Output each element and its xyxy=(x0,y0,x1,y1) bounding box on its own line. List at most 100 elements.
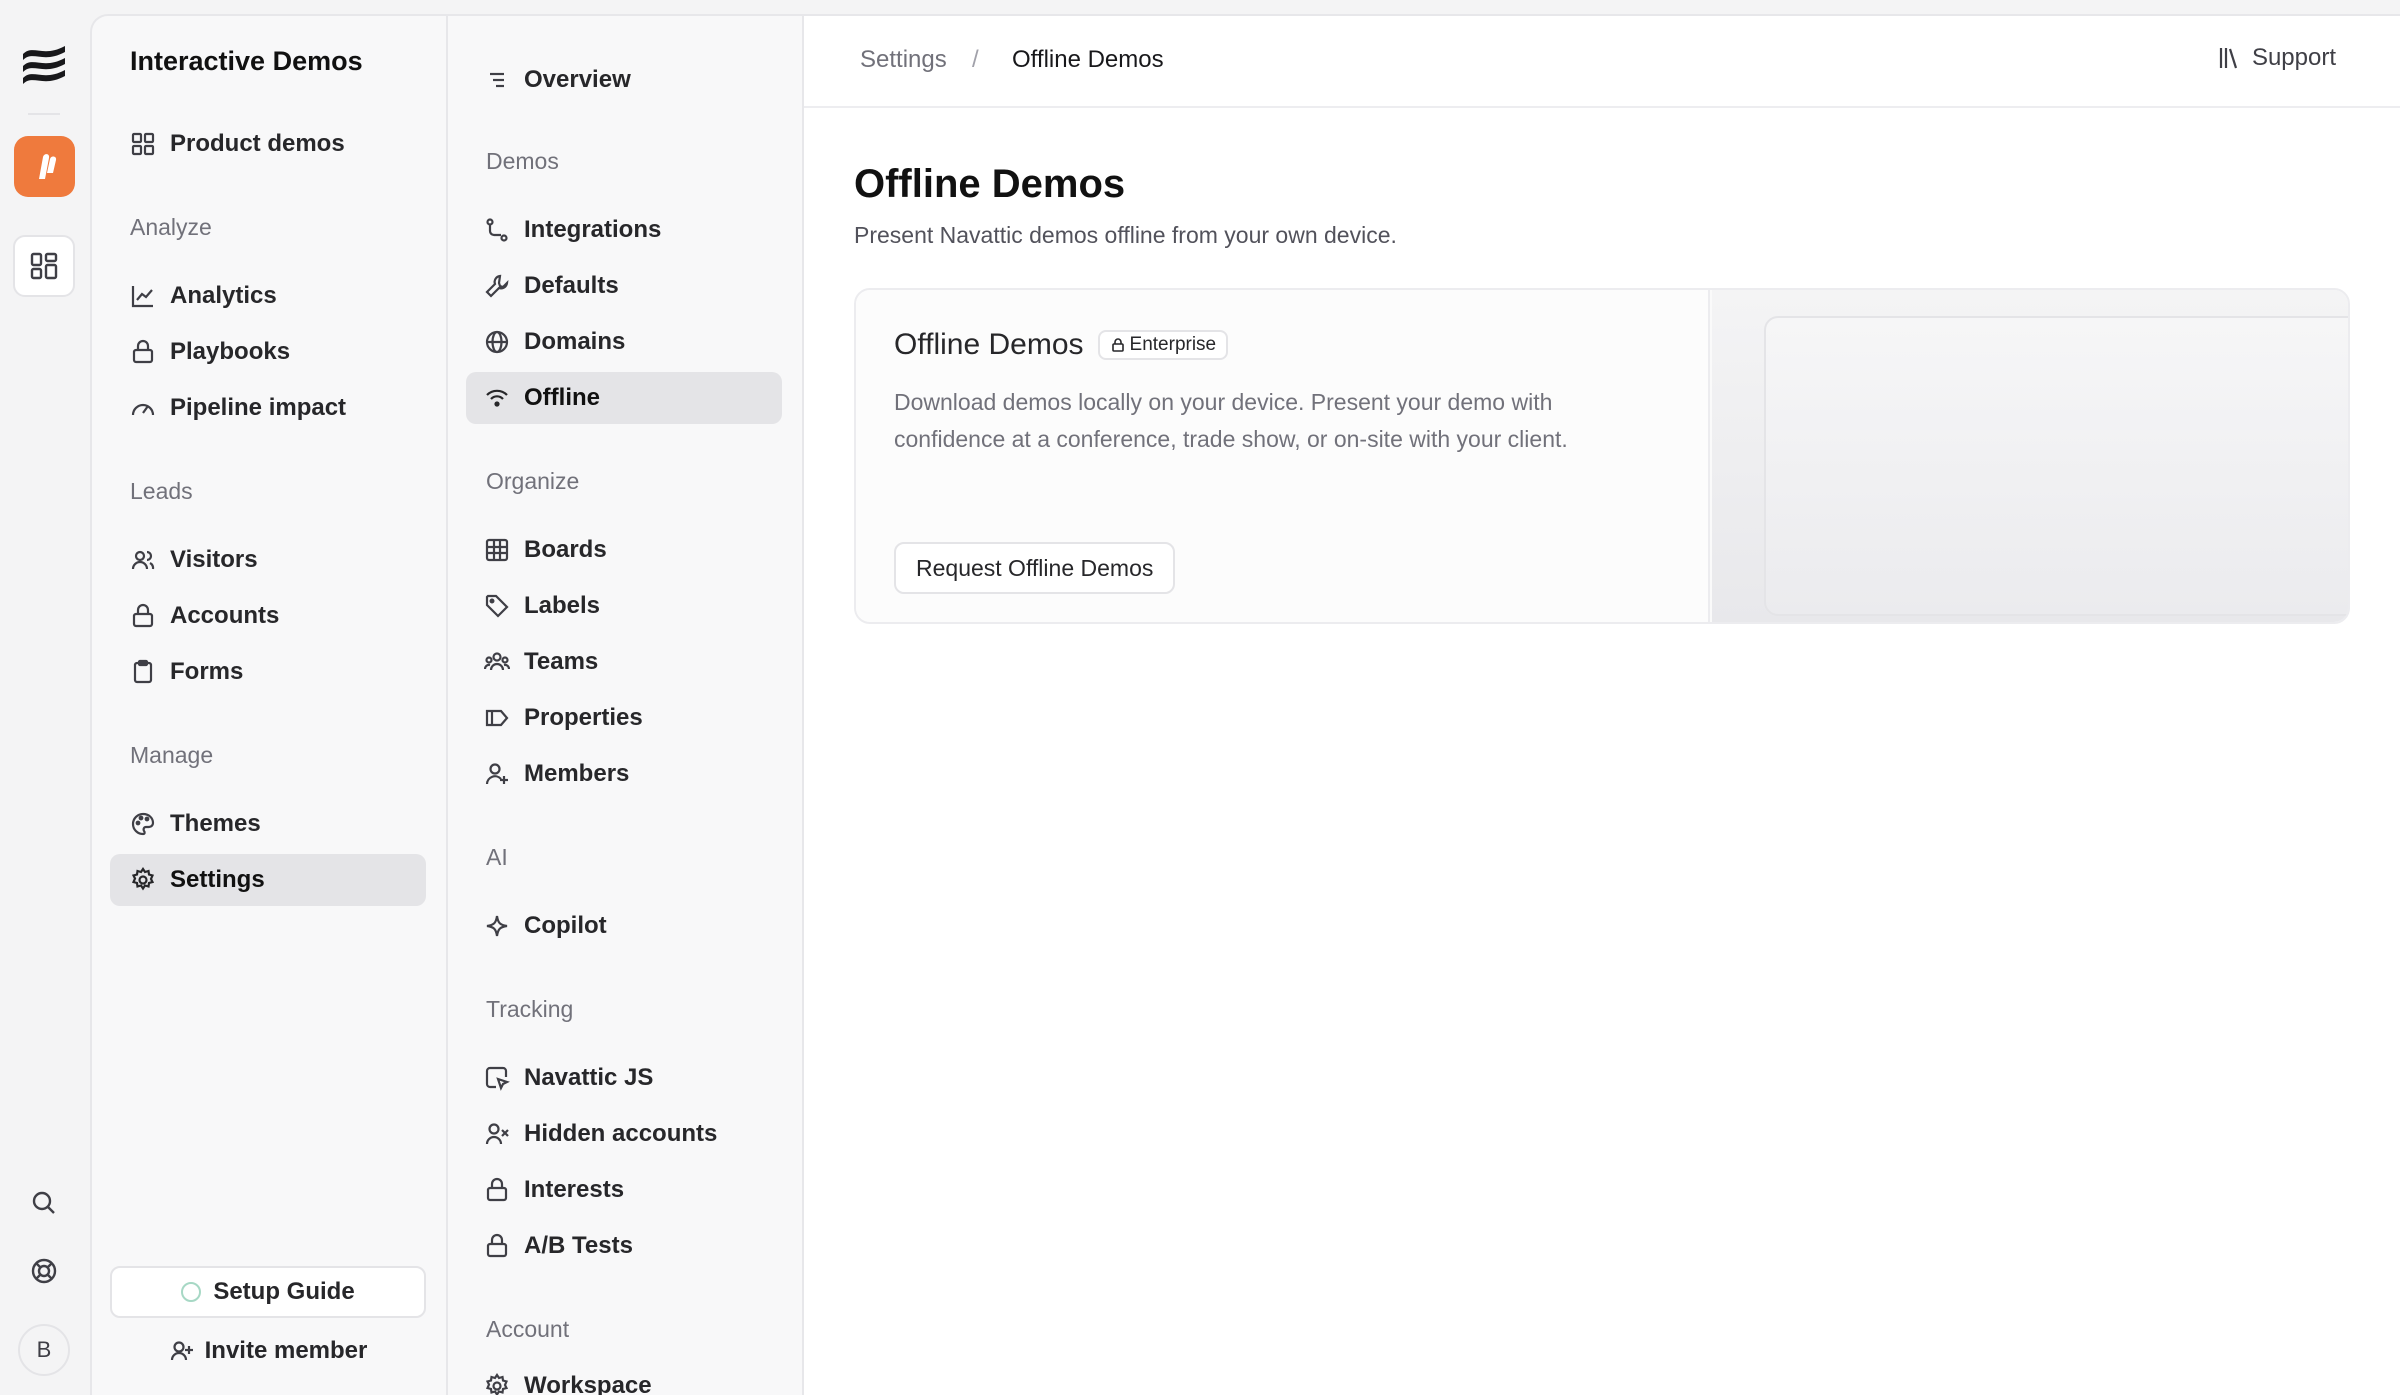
section-leads: Leads xyxy=(130,478,193,504)
sub-item-properties[interactable]: Properties xyxy=(466,692,782,744)
sub-item-members[interactable]: Members xyxy=(466,748,782,800)
sub-item-domains[interactable]: Domains xyxy=(466,316,782,368)
rail-divider xyxy=(28,113,60,115)
navattic-logo-icon[interactable] xyxy=(19,40,69,86)
help-lifebuoy-icon[interactable] xyxy=(24,1251,64,1291)
lock-icon xyxy=(486,1177,508,1202)
nav-item-forms[interactable]: Forms xyxy=(110,646,426,698)
palette-icon xyxy=(131,812,155,836)
sub-item-workspace[interactable]: Workspace xyxy=(466,1360,782,1395)
sub-item-label: Boards xyxy=(524,536,607,563)
sub-item-teams[interactable]: Teams xyxy=(466,636,782,688)
sub-item-overview[interactable]: Overview xyxy=(466,54,782,106)
nav-item-accounts[interactable]: Accounts xyxy=(110,590,426,642)
nav-item-themes[interactable]: Themes xyxy=(110,798,426,850)
nav-item-playbooks[interactable]: Playbooks xyxy=(110,326,426,378)
nav-item-label: Accounts xyxy=(170,602,280,629)
nav-item-label: Visitors xyxy=(170,546,258,573)
icon-rail: B xyxy=(0,0,88,1395)
sub-item-label: Workspace xyxy=(524,1372,652,1395)
breadcrumb-settings[interactable]: Settings xyxy=(860,46,947,74)
lock-icon xyxy=(132,339,154,364)
section-manage: Manage xyxy=(130,742,214,768)
request-offline-demos-button[interactable]: Request Offline Demos xyxy=(894,542,1176,594)
section-account: Account xyxy=(486,1316,570,1342)
clipboard-icon xyxy=(133,659,153,684)
sub-item-label: Hidden accounts xyxy=(524,1120,718,1147)
nav-item-label: Settings xyxy=(170,866,265,893)
card-preview xyxy=(1712,290,2348,622)
sub-item-label: Labels xyxy=(524,592,601,619)
page-title: Offline Demos xyxy=(854,162,1126,206)
sub-item-copilot[interactable]: Copilot xyxy=(466,900,782,952)
setup-guide-button[interactable]: Setup Guide xyxy=(110,1266,426,1318)
sub-item-label: Overview xyxy=(524,66,631,93)
nav-item-label: Product demos xyxy=(170,130,345,157)
avatar[interactable]: B xyxy=(18,1324,70,1376)
grid-icon[interactable] xyxy=(13,235,75,297)
sub-item-label: Properties xyxy=(524,704,643,731)
sub-item-ab-tests[interactable]: A/B Tests xyxy=(466,1220,782,1272)
gear-icon xyxy=(485,1373,509,1395)
nav-item-label: Analytics xyxy=(170,282,277,309)
settings-subnav: Overview Demos Integrations Defaults Dom… xyxy=(446,14,802,1395)
preview-frame xyxy=(1764,316,2348,616)
card-body: Offline Demos Enterprise Download demos … xyxy=(856,290,1710,622)
sub-item-offline[interactable]: Offline xyxy=(466,372,782,424)
grid-icon xyxy=(131,132,155,156)
sub-item-integrations[interactable]: Integrations xyxy=(466,204,782,256)
table-icon xyxy=(485,538,509,562)
nav-item-label: Pipeline impact xyxy=(170,394,347,421)
team-icon xyxy=(484,652,510,671)
sub-item-label: A/B Tests xyxy=(524,1232,633,1259)
globe-icon xyxy=(485,330,509,354)
sub-item-label: Copilot xyxy=(524,912,607,939)
sub-item-defaults[interactable]: Defaults xyxy=(466,260,782,312)
section-analyze: Analyze xyxy=(130,214,212,240)
sub-item-labels[interactable]: Labels xyxy=(466,580,782,632)
sub-item-label: Offline xyxy=(524,384,600,411)
section-organize: Organize xyxy=(486,468,580,494)
section-tracking: Tracking xyxy=(486,996,574,1022)
sub-item-navattic-js[interactable]: Navattic JS xyxy=(466,1052,782,1104)
properties-icon xyxy=(485,709,509,727)
lock-icon xyxy=(1111,338,1124,352)
top-bar: Settings / Offline Demos Support xyxy=(804,16,2400,108)
nav-item-label: Forms xyxy=(170,658,244,685)
nav-item-product-demos[interactable]: Product demos xyxy=(110,118,426,170)
card-description: Download demos locally on your device. P… xyxy=(894,389,1568,452)
route-icon xyxy=(486,218,508,242)
user-plus-icon xyxy=(170,1341,193,1361)
section-ai: AI xyxy=(486,844,508,870)
section-demos: Demos xyxy=(486,148,559,174)
search-icon[interactable] xyxy=(24,1183,64,1223)
support-link[interactable]: Support xyxy=(2216,44,2336,72)
sub-item-label: Members xyxy=(524,760,630,787)
app-icon[interactable] xyxy=(14,136,75,197)
badge-label: Enterprise xyxy=(1129,334,1217,355)
user-plus-icon xyxy=(485,763,508,785)
nav-item-visitors[interactable]: Visitors xyxy=(110,534,426,586)
sub-item-hidden-accounts[interactable]: Hidden accounts xyxy=(466,1108,782,1160)
nav-item-pipeline-impact[interactable]: Pipeline impact xyxy=(110,382,426,434)
sub-item-boards[interactable]: Boards xyxy=(466,524,782,576)
nav-item-analytics[interactable]: Analytics xyxy=(110,270,426,322)
main-nav: Interactive Demos Product demos Analyze … xyxy=(90,14,446,1395)
sub-item-label: Domains xyxy=(524,328,626,355)
sub-item-interests[interactable]: Interests xyxy=(466,1164,782,1216)
wifi-icon xyxy=(486,389,508,407)
avatar-initial: B xyxy=(36,1337,52,1362)
line-chart-icon xyxy=(131,286,153,308)
library-icon xyxy=(2219,48,2237,69)
invite-member-button[interactable]: Invite member xyxy=(110,1326,426,1376)
tag-icon xyxy=(485,594,509,618)
wrench-icon xyxy=(485,274,509,298)
sub-item-label: Interests xyxy=(524,1176,625,1203)
sub-item-label: Navattic JS xyxy=(524,1064,654,1091)
users-icon xyxy=(131,550,155,570)
sparkle-icon xyxy=(486,915,508,937)
nav-item-settings[interactable]: Settings xyxy=(110,854,426,906)
page-subtitle: Present Navattic demos offline from your… xyxy=(854,222,1397,248)
breadcrumb-current: Offline Demos xyxy=(1012,46,1164,73)
sub-item-label: Teams xyxy=(524,648,599,675)
